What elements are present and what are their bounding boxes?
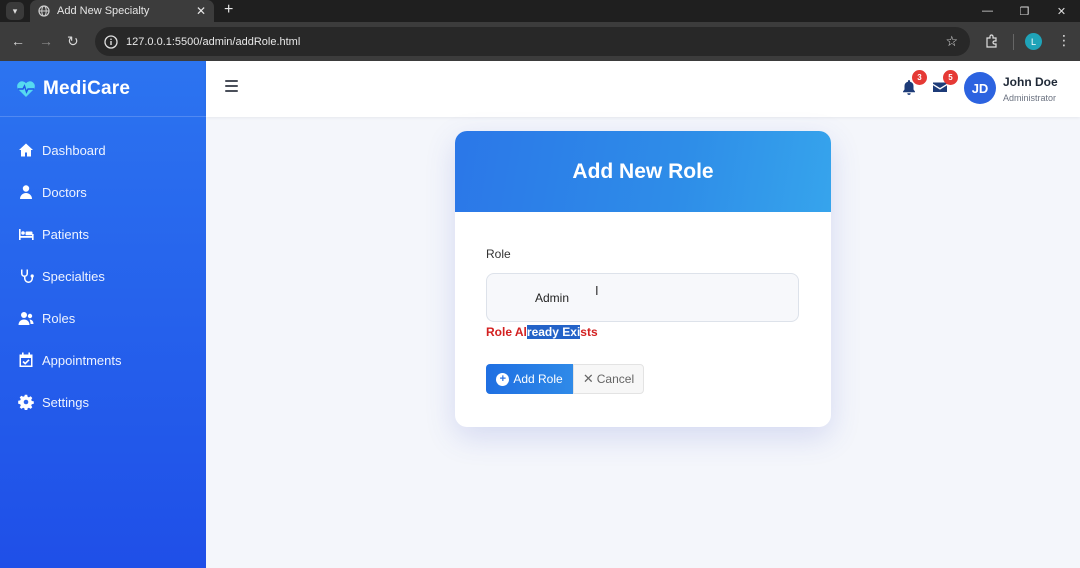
card-header: Add New Role <box>455 131 831 212</box>
browser-toolbar: ← → ↻ 127.0.0.1:5500/admin/addRole.html … <box>0 22 1080 61</box>
sidebar-item-specialties[interactable]: Specialties <box>0 255 206 297</box>
page-title: Add New Role <box>572 159 714 183</box>
cancel-label: Cancel <box>596 372 635 386</box>
close-window-icon[interactable]: ✕ <box>1043 0 1080 22</box>
sidebar-item-appointments[interactable]: Appointments <box>0 339 206 381</box>
top-header: 3 5 JD John Doe Administrator <box>206 61 1080 117</box>
url-text: 127.0.0.1:5500/admin/addRole.html <box>126 35 301 48</box>
add-role-button[interactable]: + Add Role <box>486 364 573 394</box>
heart-pulse-icon <box>17 80 35 97</box>
error-text-selected: ready Exi <box>526 325 581 339</box>
toolbar-divider <box>1013 34 1014 50</box>
minimize-icon[interactable]: — <box>969 0 1006 22</box>
browser-tab[interactable]: Add New Specialty ✕ <box>30 0 214 22</box>
messages-button[interactable]: 5 <box>932 70 958 97</box>
avatar[interactable]: JD <box>964 72 996 104</box>
sidebar-item-label: Appointments <box>42 352 122 368</box>
sidebar-item-label: Dashboard <box>42 142 106 158</box>
sidebar-item-label: Patients <box>42 226 89 242</box>
cancel-button[interactable]: ✕ Cancel <box>573 364 644 394</box>
extensions-icon[interactable] <box>985 34 999 48</box>
restore-icon[interactable]: ❐ <box>1006 0 1043 22</box>
stethoscope-icon <box>21 269 34 283</box>
text-cursor-icon: I <box>595 283 599 298</box>
sidebar-item-label: Doctors <box>42 184 87 200</box>
notification-badge: 3 <box>912 70 927 85</box>
profile-avatar-icon[interactable]: L <box>1025 33 1042 50</box>
notifications-button[interactable]: 3 <box>901 70 927 97</box>
error-text-start: Role Al <box>486 325 527 339</box>
reload-icon[interactable]: ↻ <box>67 33 79 49</box>
sidebar-item-patients[interactable]: Patients <box>0 213 206 255</box>
menu-kebab-icon[interactable]: ⋮ <box>1057 32 1071 49</box>
add-role-label: Add Role <box>513 372 563 386</box>
plus-circle-icon: + <box>496 372 510 386</box>
sidebar-item-dashboard[interactable]: Dashboard <box>0 129 206 171</box>
error-message: Role Already Exists <box>486 325 598 339</box>
sidebar-item-roles[interactable]: Roles <box>0 297 206 339</box>
browser-tab-bar: ▾ Add New Specialty ✕ + — ❐ ✕ <box>0 0 1080 22</box>
user-name: John Doe <box>1003 75 1058 89</box>
bed-icon <box>19 229 34 240</box>
tab-title: Add New Specialty <box>57 5 150 17</box>
home-icon <box>19 143 33 157</box>
role-input[interactable] <box>486 273 799 322</box>
tab-close-icon[interactable]: ✕ <box>196 4 206 18</box>
role-label: Role <box>486 247 511 261</box>
user-role: Administrator <box>1003 93 1057 103</box>
sidebar: MediCare Dashboard Doctors Patients Spec… <box>0 61 206 568</box>
bookmark-star-icon[interactable]: ☆ <box>945 33 958 50</box>
brand[interactable]: MediCare <box>0 61 206 117</box>
doctor-icon <box>20 185 32 199</box>
sidebar-item-label: Specialties <box>42 268 105 284</box>
address-bar[interactable]: 127.0.0.1:5500/admin/addRole.html ☆ <box>95 27 970 56</box>
forward-icon[interactable]: → <box>39 33 53 49</box>
new-tab-button[interactable]: + <box>224 0 233 22</box>
message-badge: 5 <box>943 70 958 85</box>
error-text-end: sts <box>580 325 598 339</box>
users-icon <box>18 312 34 325</box>
sidebar-item-settings[interactable]: Settings <box>0 381 206 423</box>
site-info-icon[interactable] <box>104 34 118 49</box>
add-role-card: Add New Role Role I Role Already Exists … <box>455 131 831 427</box>
sidebar-item-label: Roles <box>42 310 76 326</box>
sidebar-menu: Dashboard Doctors Patients Specialties R… <box>0 117 206 423</box>
sidebar-item-doctors[interactable]: Doctors <box>0 171 206 213</box>
back-icon[interactable]: ← <box>11 33 25 49</box>
globe-icon <box>38 5 50 17</box>
gear-icon <box>18 394 34 410</box>
close-icon: ✕ <box>582 371 594 386</box>
hamburger-icon[interactable] <box>225 80 238 92</box>
tab-search-button[interactable]: ▾ <box>6 2 24 20</box>
calendar-check-icon <box>19 352 33 367</box>
brand-name: MediCare <box>43 77 131 99</box>
sidebar-item-label: Settings <box>42 394 89 410</box>
